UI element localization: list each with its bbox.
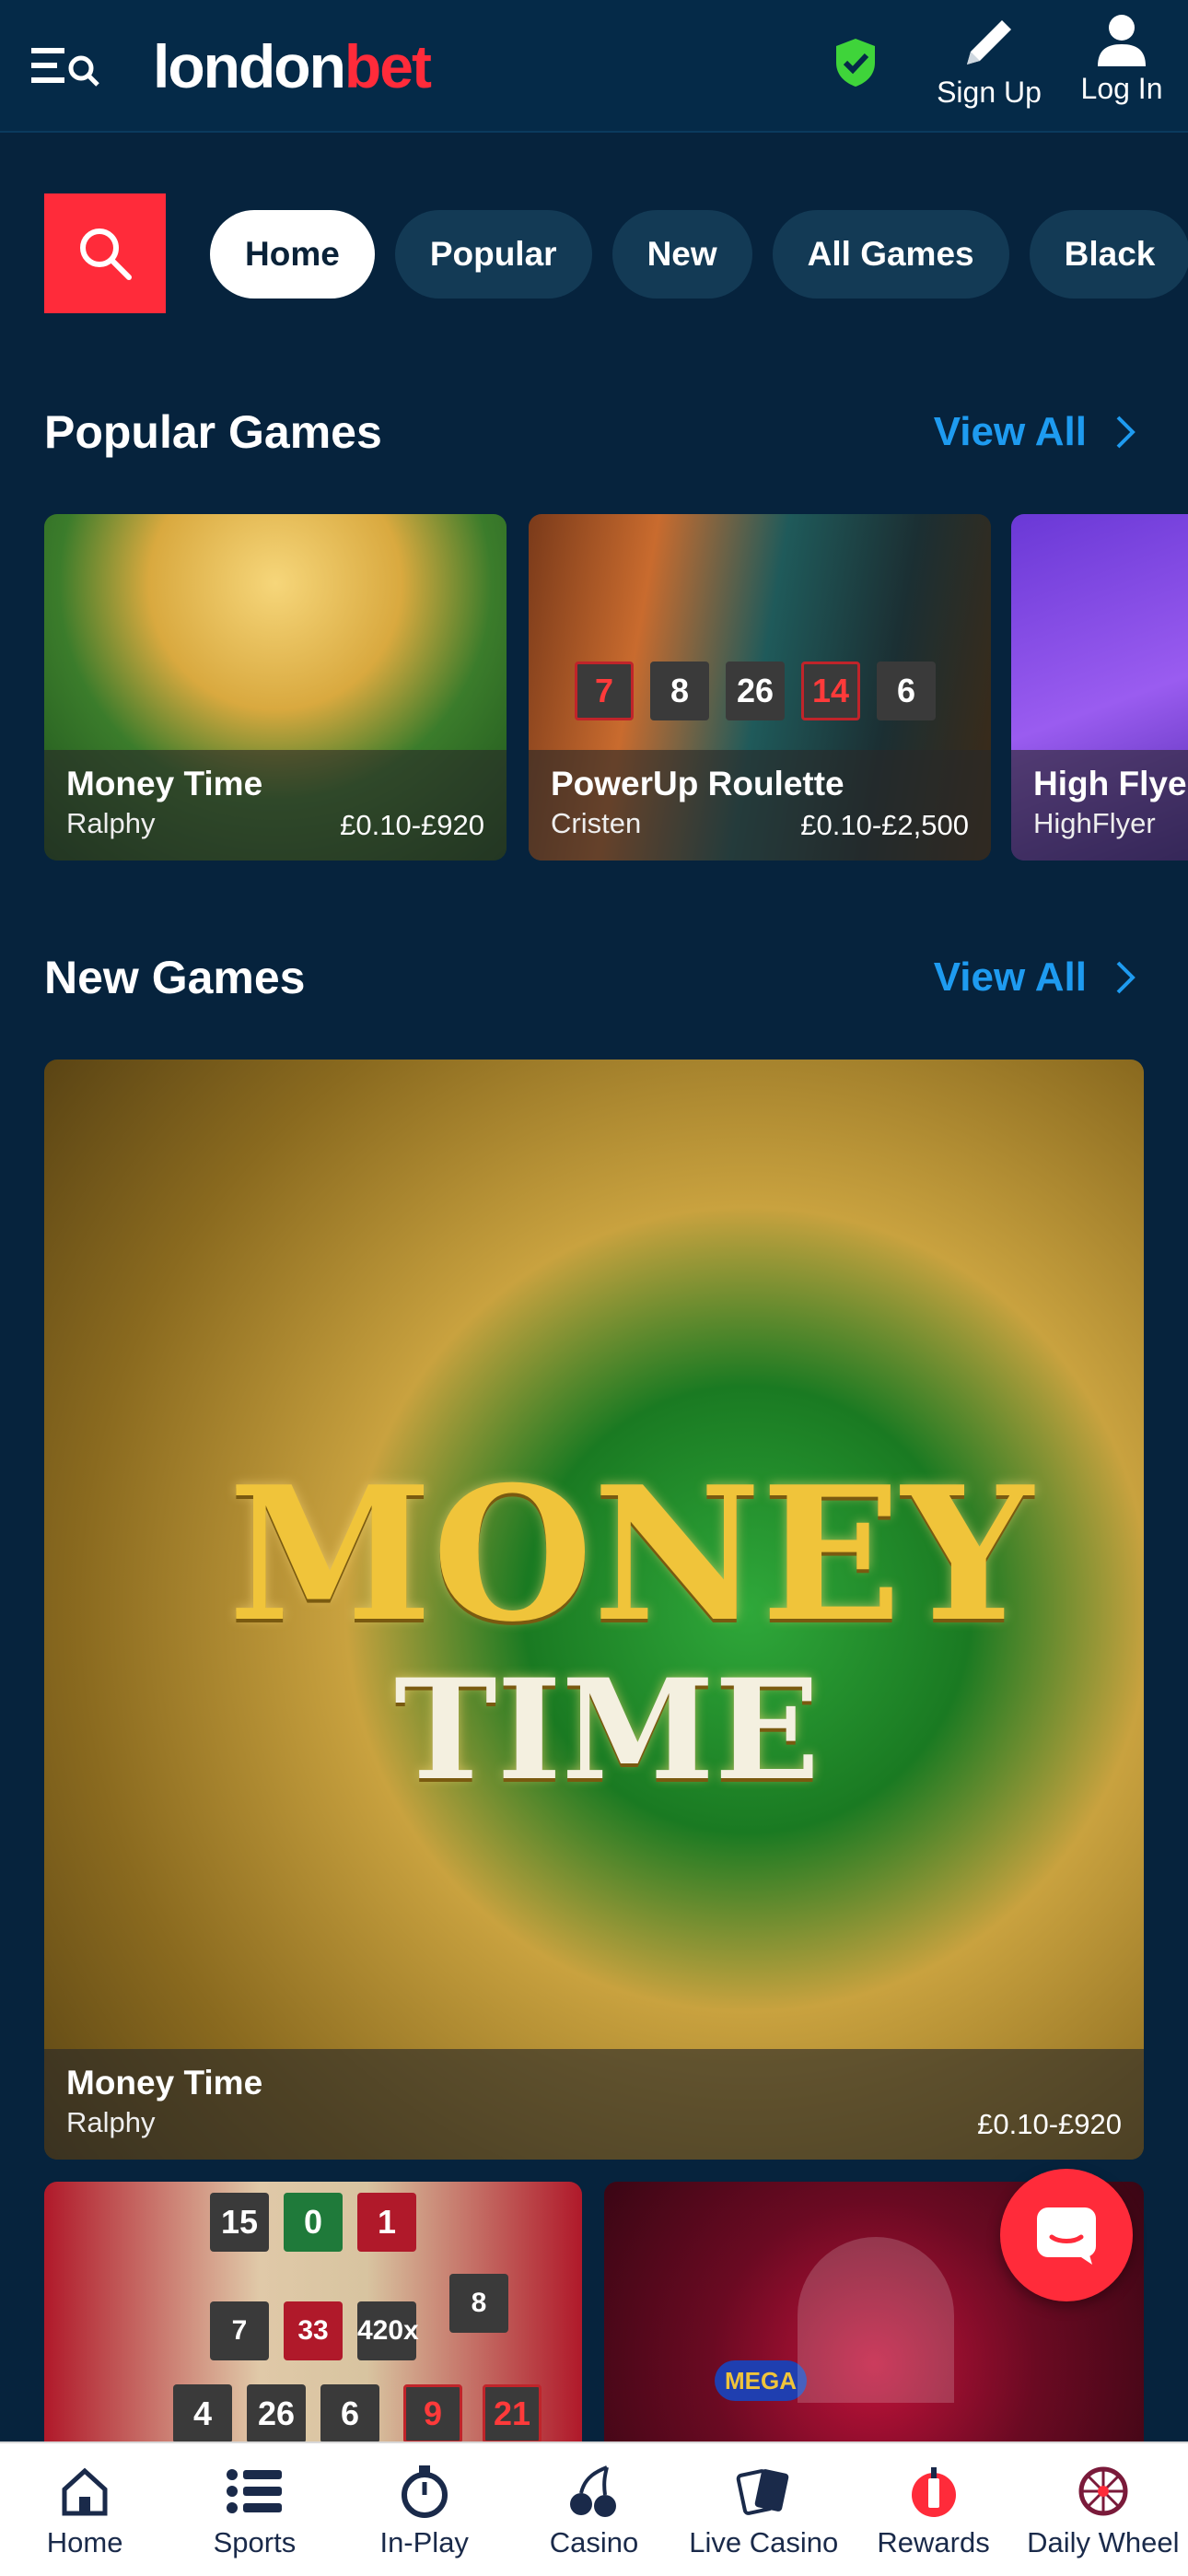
popular-view-all-link[interactable]: View All xyxy=(934,409,1136,455)
multiplier-tile: 7 xyxy=(210,2301,269,2360)
game-info-bar: Money Time Ralphy £0.10-£920 xyxy=(44,750,507,861)
cherries-icon xyxy=(569,2465,616,2517)
result-tile: 6 xyxy=(320,2384,379,2441)
nav-in-play[interactable]: In-Play xyxy=(340,2443,509,2576)
roulette-number: 8 xyxy=(650,662,709,720)
roulette-number: 26 xyxy=(726,662,785,720)
pencil-icon xyxy=(967,20,1011,64)
chevron-right-icon xyxy=(1116,416,1136,449)
game-info-bar: High Flye HighFlyer xyxy=(1011,750,1188,861)
new-games-view-all-link[interactable]: View All xyxy=(934,954,1136,1001)
shield-icon[interactable] xyxy=(833,37,879,88)
search-button[interactable] xyxy=(44,193,166,313)
game-info-bar: PowerUp Roulette Cristen £0.10-£2,500 xyxy=(529,750,991,861)
game-art-title: MONEY xyxy=(228,1446,1033,1663)
rewards-icon xyxy=(911,2467,956,2517)
game-card-money-time[interactable]: Money Time Ralphy £0.10-£920 xyxy=(44,514,507,861)
popular-games-title: Popular Games xyxy=(44,406,382,458)
tab-blackjack[interactable]: Black xyxy=(1029,210,1188,299)
mega-badge: MEGA xyxy=(715,2360,807,2401)
sign-up-button[interactable]: Sign Up xyxy=(932,13,1046,110)
brand-logo[interactable]: londonbet xyxy=(153,31,432,101)
tab-new[interactable]: New xyxy=(611,210,752,299)
chat-button[interactable] xyxy=(1000,2169,1133,2301)
tab-popular[interactable]: Popular xyxy=(394,210,592,299)
multiplier-tile: 1 xyxy=(357,2193,416,2252)
list-icon xyxy=(227,2469,283,2513)
tab-all-games[interactable]: All Games xyxy=(772,210,1009,299)
nav-live-casino[interactable]: Live Casino xyxy=(679,2443,848,2576)
user-icon xyxy=(1098,15,1146,66)
nav-daily-wheel[interactable]: Daily Wheel xyxy=(1019,2443,1188,2576)
result-tile: 4 xyxy=(173,2384,232,2441)
wheel-icon xyxy=(1078,2466,1128,2516)
bottom-nav: Home Sports In-Play Casino Live Casino R… xyxy=(0,2441,1188,2576)
nav-sports[interactable]: Sports xyxy=(169,2443,339,2576)
multiplier-tile: 420x xyxy=(357,2301,419,2360)
nav-casino[interactable]: Casino xyxy=(509,2443,679,2576)
multiplier-tile: 0 xyxy=(284,2193,343,2252)
menu-search-icon[interactable] xyxy=(31,44,101,90)
nav-home[interactable]: Home xyxy=(0,2443,169,2576)
roulette-number: 6 xyxy=(877,662,936,720)
dice-dome xyxy=(798,2237,954,2403)
result-tile: 9 xyxy=(403,2384,462,2441)
top-header: londonbet Sign Up Log In xyxy=(0,0,1188,133)
game-card-high-flyer[interactable]: High Flye HighFlyer xyxy=(1011,514,1188,861)
chat-icon xyxy=(1037,2207,1096,2265)
multiplier-tile: 33 xyxy=(284,2301,343,2360)
new-games-title: New Games xyxy=(44,952,306,1003)
nav-rewards[interactable]: Rewards xyxy=(848,2443,1018,2576)
roulette-number: 7 xyxy=(575,662,634,720)
roulette-number: 14 xyxy=(801,662,860,720)
home-icon xyxy=(62,2467,108,2516)
cards-icon xyxy=(736,2469,789,2515)
game-card-powerup-roulette[interactable]: 7 8 26 14 6 PowerUp Roulette Cristen £0.… xyxy=(529,514,991,861)
result-tile: 21 xyxy=(483,2384,542,2441)
log-in-button[interactable]: Log In xyxy=(1074,13,1170,106)
tab-home[interactable]: Home xyxy=(210,210,375,299)
game-art-subtitle: TIME xyxy=(394,1649,821,1811)
featured-game-card[interactable]: MONEY TIME Money Time Ralphy £0.10-£920 xyxy=(44,1060,1144,2160)
stopwatch-icon xyxy=(401,2465,448,2518)
search-icon xyxy=(80,228,132,280)
result-tile: 26 xyxy=(247,2384,306,2441)
multiplier-tile: 8 xyxy=(449,2274,508,2333)
category-tabs: Home Popular New All Games Black xyxy=(210,210,1188,299)
multiplier-tile: 15 xyxy=(210,2193,269,2252)
game-info-bar: Money Time Ralphy £0.10-£920 xyxy=(44,2049,1144,2160)
game-card-lightning-dice[interactable]: 15 0 1 7 33 420x 8 4 26 6 9 21 xyxy=(44,2182,582,2441)
chevron-right-icon xyxy=(1116,961,1136,994)
